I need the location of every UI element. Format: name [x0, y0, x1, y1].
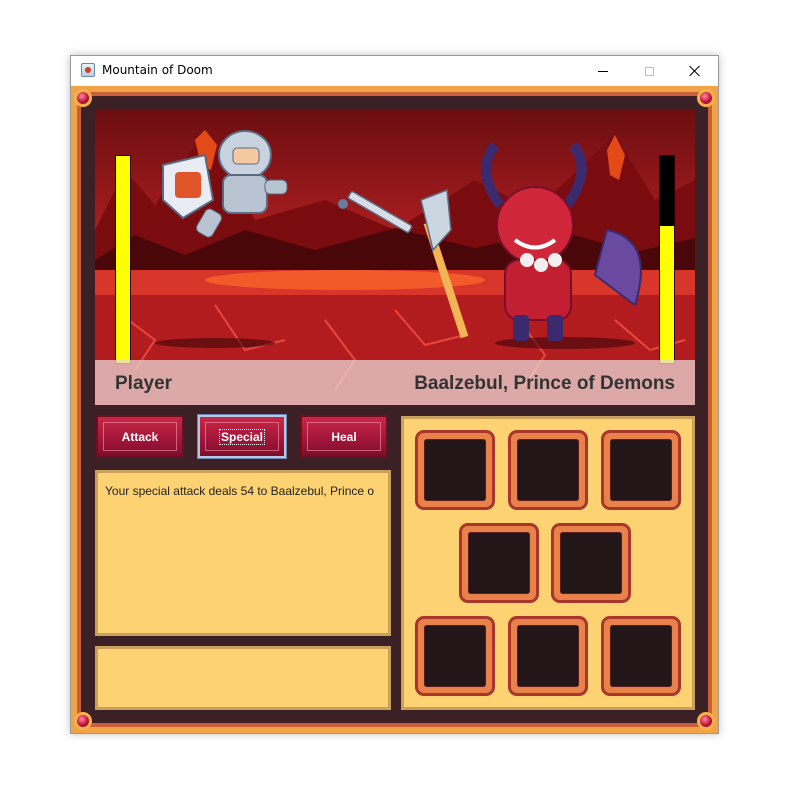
close-button[interactable]	[672, 56, 718, 86]
enemy-health-bar	[659, 155, 675, 364]
attack-button[interactable]: Attack	[96, 415, 184, 458]
combat-log: Your special attack deals 54 to Baalzebu…	[95, 470, 391, 636]
inventory-slot[interactable]	[551, 523, 631, 603]
gem-icon	[697, 89, 715, 107]
java-icon	[81, 63, 95, 77]
gem-icon	[74, 89, 92, 107]
special-button-label: Special	[218, 428, 266, 445]
gem-icon	[697, 712, 715, 730]
gem-icon	[74, 712, 92, 730]
inventory-slot[interactable]	[415, 430, 495, 510]
inventory-slot[interactable]	[508, 616, 588, 696]
inventory-slot[interactable]	[459, 523, 539, 603]
enemy-health-fill	[660, 226, 674, 363]
enemy-name: Baalzebul, Prince of Demons	[414, 373, 675, 394]
inventory-slot[interactable]	[601, 616, 681, 696]
game-area: Player Baalzebul, Prince of Demons Attac…	[71, 86, 718, 733]
inventory-slot[interactable]	[415, 616, 495, 696]
player-health-fill	[116, 156, 130, 363]
inventory-slot[interactable]	[601, 430, 681, 510]
title-bar[interactable]: Mountain of Doom	[71, 56, 718, 86]
attack-button-label: Attack	[121, 429, 159, 444]
minimize-button[interactable]	[580, 56, 626, 86]
close-icon	[689, 65, 701, 77]
battle-scene: Player Baalzebul, Prince of Demons	[95, 110, 695, 405]
heal-button[interactable]: Heal	[300, 415, 388, 458]
minimize-icon	[598, 70, 608, 72]
app-window: Mountain of Doom Player Baalzebul, Princ…	[70, 55, 719, 734]
maximize-icon	[644, 66, 654, 76]
status-panel	[95, 646, 391, 710]
combat-log-message: Your special attack deals 54 to Baalzebu…	[105, 484, 375, 498]
inventory-panel	[401, 416, 695, 710]
maximize-button[interactable]	[626, 56, 672, 86]
window-title: Mountain of Doom	[102, 63, 213, 77]
player-name: Player	[115, 373, 173, 394]
special-button[interactable]: Special	[197, 414, 287, 459]
inventory-slot[interactable]	[508, 430, 588, 510]
heal-button-label: Heal	[331, 429, 357, 444]
player-health-bar	[115, 155, 131, 364]
